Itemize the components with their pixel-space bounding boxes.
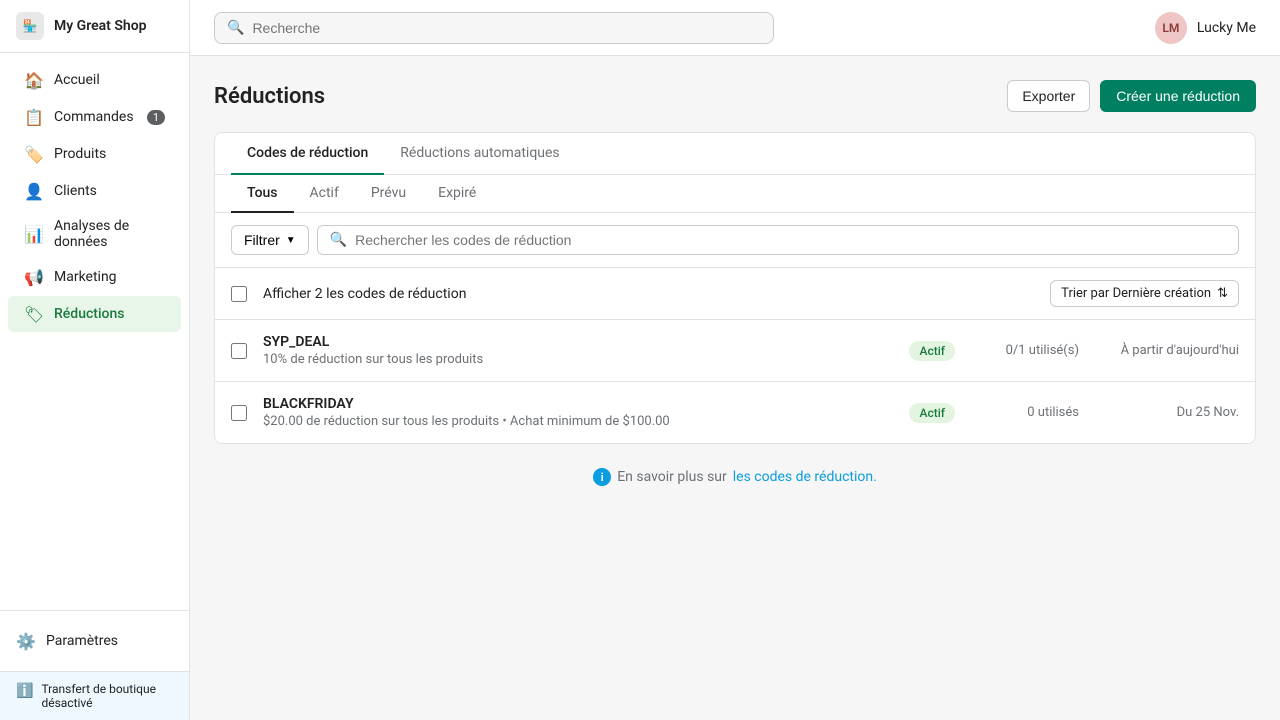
search-icon: 🔍	[227, 20, 244, 36]
sidebar-footer: ⚙️ Paramètres	[0, 610, 189, 671]
reductions-card: Codes de réduction Réductions automatiqu…	[214, 132, 1256, 444]
sidebar-item-label: Accueil	[54, 72, 100, 88]
discount-code: SYP_DEAL	[263, 334, 885, 350]
filter-row: Filtrer ▼ 🔍	[215, 213, 1255, 268]
sidebar-item-commandes[interactable]: 📋 Commandes 1	[8, 99, 181, 135]
orders-badge: 1	[147, 110, 165, 125]
row-checkbox-blackfriday[interactable]	[231, 405, 247, 421]
discount-description: 10% de réduction sur tous les produits	[263, 352, 885, 367]
sort-label: Trier par Dernière création	[1061, 286, 1211, 301]
topbar: 🔍 LM Lucky Me	[190, 0, 1280, 56]
page-header: Réductions Exporter Créer une réduction	[214, 80, 1256, 112]
sidebar-item-label: Marketing	[54, 269, 117, 285]
info-footer-link[interactable]: les codes de réduction.	[733, 469, 877, 485]
sidebar-item-analyses[interactable]: 📊 Analyses de données	[8, 210, 181, 258]
row-info-syp: SYP_DEAL 10% de réduction sur tous les p…	[263, 334, 885, 367]
tab-codes-reduction[interactable]: Codes de réduction	[231, 133, 384, 175]
main-area: 🔍 LM Lucky Me Réductions Exporter Créer …	[190, 0, 1280, 720]
sort-dropdown[interactable]: Trier par Dernière création ⇅	[1050, 280, 1239, 307]
settings-icon: ⚙️	[16, 631, 36, 651]
discount-code: BLACKFRIDAY	[263, 396, 885, 412]
info-footer: i En savoir plus sur les codes de réduct…	[214, 444, 1256, 510]
sidebar-item-label: Analyses de données	[54, 218, 165, 250]
header-count: Afficher 2 les codes de réduction	[263, 286, 466, 302]
discount-usage: 0 utilisés	[979, 405, 1079, 420]
sub-tab-expire[interactable]: Expiré	[422, 175, 492, 213]
sub-tab-tous[interactable]: Tous	[231, 175, 294, 213]
sidebar-header: 🏪 My Great Shop	[0, 0, 189, 53]
home-icon: 🏠	[24, 70, 44, 90]
select-all-checkbox[interactable]	[231, 286, 247, 302]
sub-tab-prevu[interactable]: Prévu	[355, 175, 422, 213]
analytics-icon: 📊	[24, 224, 44, 244]
sidebar-item-produits[interactable]: 🏷️ Produits	[8, 136, 181, 172]
sub-tab-actif[interactable]: Actif	[294, 175, 355, 213]
row-checkbox-syp[interactable]	[231, 343, 247, 359]
orders-icon: 📋	[24, 107, 44, 127]
chevron-down-icon: ▼	[286, 235, 296, 246]
settings-item[interactable]: ⚙️ Paramètres	[16, 623, 173, 659]
create-reduction-button[interactable]: Créer une réduction	[1100, 80, 1256, 112]
products-icon: 🏷️	[24, 144, 44, 164]
transfer-banner: ℹ️ Transfert de boutique désactivé	[0, 671, 189, 720]
sidebar-item-clients[interactable]: 👤 Clients	[8, 173, 181, 209]
table-header: Afficher 2 les codes de réduction Trier …	[215, 268, 1255, 320]
discount-date: Du 25 Nov.	[1079, 405, 1239, 420]
tab-reductions-automatiques[interactable]: Réductions automatiques	[384, 133, 575, 175]
search-filter-input[interactable]	[355, 232, 1226, 248]
shop-name: My Great Shop	[54, 18, 147, 34]
info-footer-text: En savoir plus sur	[617, 469, 727, 485]
filter-label: Filtrer	[244, 232, 280, 248]
table-row[interactable]: SYP_DEAL 10% de réduction sur tous les p…	[215, 320, 1255, 382]
discount-date: À partir d'aujourd'hui	[1079, 343, 1239, 358]
sidebar-item-reductions[interactable]: 🏷 Réductions	[8, 296, 181, 332]
sidebar: 🏪 My Great Shop 🏠 Accueil 📋 Commandes 1 …	[0, 0, 190, 720]
sidebar-item-label: Clients	[54, 183, 97, 199]
filter-button[interactable]: Filtrer ▼	[231, 225, 309, 255]
sidebar-item-label: Réductions	[54, 306, 124, 322]
sidebar-item-label: Commandes	[54, 109, 134, 125]
clients-icon: 👤	[24, 181, 44, 201]
sidebar-item-marketing[interactable]: 📢 Marketing	[8, 259, 181, 295]
table-row[interactable]: BLACKFRIDAY $20.00 de réduction sur tous…	[215, 382, 1255, 443]
export-button[interactable]: Exporter	[1007, 80, 1090, 112]
search-input[interactable]	[252, 20, 761, 36]
avatar[interactable]: LM	[1155, 12, 1187, 44]
transfer-text: Transfert de boutique désactivé	[41, 682, 173, 710]
shop-logo-icon: 🏪	[16, 12, 44, 40]
sidebar-item-accueil[interactable]: 🏠 Accueil	[8, 62, 181, 98]
main-tabs: Codes de réduction Réductions automatiqu…	[215, 133, 1255, 175]
sidebar-item-label: Produits	[54, 146, 106, 162]
marketing-icon: 📢	[24, 267, 44, 287]
sort-chevron-icon: ⇅	[1217, 286, 1228, 301]
content: Réductions Exporter Créer une réduction …	[190, 56, 1280, 720]
settings-label: Paramètres	[46, 633, 118, 649]
row-info-blackfriday: BLACKFRIDAY $20.00 de réduction sur tous…	[263, 396, 885, 429]
search-bar[interactable]: 🔍	[214, 12, 774, 44]
user-name[interactable]: Lucky Me	[1197, 20, 1256, 36]
discount-usage: 0/1 utilisé(s)	[979, 343, 1079, 358]
search-filter-icon: 🔍	[330, 232, 347, 248]
reductions-icon: 🏷	[24, 304, 44, 324]
page-title: Réductions	[214, 84, 325, 109]
status-badge: Actif	[909, 403, 955, 423]
status-badge: Actif	[909, 341, 955, 361]
discount-description: $20.00 de réduction sur tous les produit…	[263, 414, 885, 429]
sidebar-nav: 🏠 Accueil 📋 Commandes 1 🏷️ Produits 👤 Cl…	[0, 53, 189, 340]
info-circle-icon: i	[593, 468, 611, 486]
search-filter-bar[interactable]: 🔍	[317, 225, 1239, 255]
transfer-info-icon: ℹ️	[16, 683, 33, 699]
sub-tabs: Tous Actif Prévu Expiré	[215, 175, 1255, 213]
header-actions: Exporter Créer une réduction	[1007, 80, 1256, 112]
